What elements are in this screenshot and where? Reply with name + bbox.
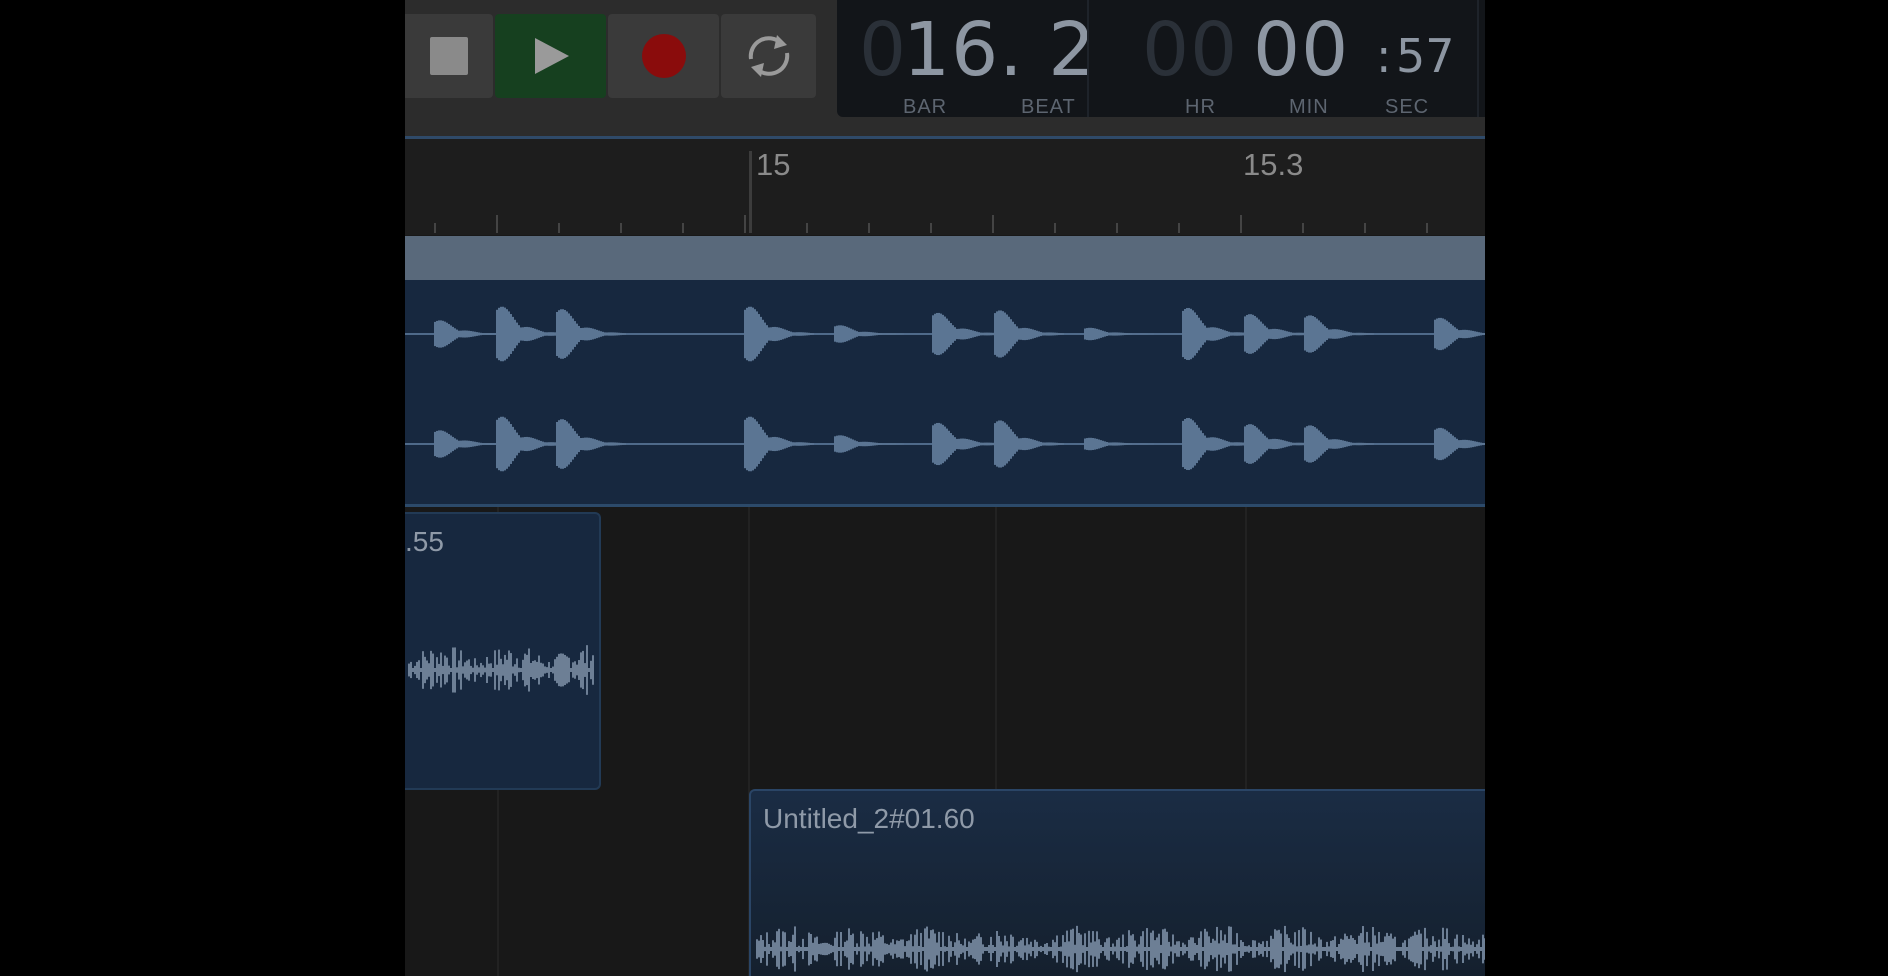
lcd-display[interactable]: 0 16. 2 BAR BEAT 00 00 : 57 HR MIN SEC bbox=[837, 0, 1485, 118]
audio-region[interactable]: Untitled_2#01.60 bbox=[749, 789, 1485, 976]
ruler-ticks bbox=[434, 215, 1428, 233]
min-label: MIN bbox=[1289, 96, 1329, 118]
hr-label: HR bbox=[1185, 96, 1216, 118]
min-value: 00 bbox=[1253, 7, 1350, 93]
audio-region[interactable]: .55 bbox=[405, 512, 601, 790]
bar-beat-value: 16. 2 bbox=[903, 7, 1097, 93]
control-bar: 0 16. 2 BAR BEAT 00 00 : 57 HR MIN SEC bbox=[405, 0, 1485, 136]
time-colon: : bbox=[1376, 29, 1392, 83]
waveform bbox=[756, 925, 1485, 973]
beat-label: BEAT bbox=[1021, 96, 1076, 118]
play-button[interactable] bbox=[495, 14, 606, 98]
region-header[interactable] bbox=[405, 236, 1485, 280]
cycle-icon bbox=[748, 35, 789, 77]
waveform bbox=[405, 306, 1485, 472]
record-icon bbox=[641, 34, 686, 78]
stop-button[interactable] bbox=[405, 14, 493, 98]
stop-icon bbox=[430, 37, 468, 75]
lcd-separator bbox=[1477, 0, 1479, 117]
cycle-button[interactable] bbox=[721, 14, 816, 98]
timeline-ruler[interactable]: 15 15.3 bbox=[405, 136, 1485, 235]
sec-label: SEC bbox=[1385, 96, 1430, 118]
audio-region[interactable] bbox=[405, 280, 1485, 507]
lcd-separator bbox=[1087, 0, 1089, 117]
bar-label: BAR bbox=[903, 96, 948, 118]
bar-dim-digits: 0 bbox=[859, 7, 908, 93]
record-button[interactable] bbox=[608, 14, 719, 98]
waveform bbox=[408, 645, 594, 695]
play-icon bbox=[534, 38, 569, 74]
hour-dim-digits: 00 bbox=[1142, 7, 1239, 93]
sec-value: 57 bbox=[1396, 29, 1455, 83]
daw-window: 0 16. 2 BAR BEAT 00 00 : 57 HR MIN SEC 1… bbox=[405, 0, 1485, 976]
